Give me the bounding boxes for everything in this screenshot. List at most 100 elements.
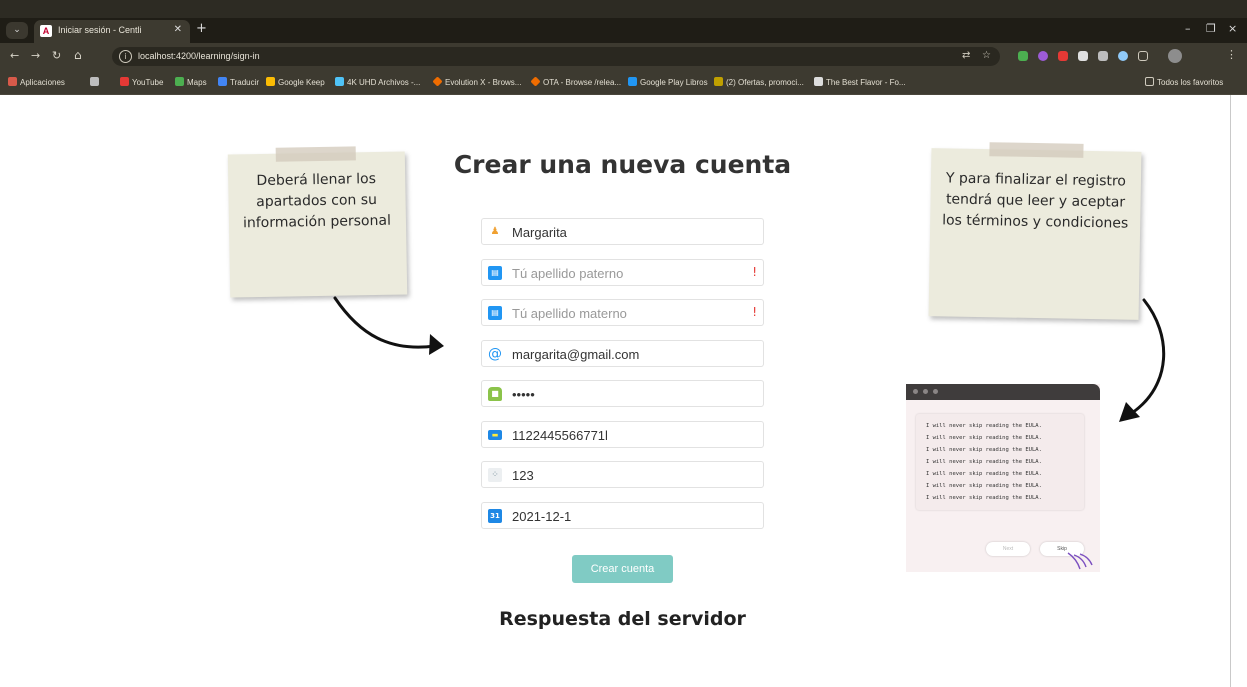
play-books-icon	[628, 77, 637, 86]
at-icon: @	[488, 346, 502, 362]
restore-button[interactable]: ❐	[1206, 22, 1216, 35]
card-number-field[interactable]: ▬	[481, 421, 764, 448]
tab-close-icon[interactable]: ✕	[174, 24, 182, 35]
bookmark-grid[interactable]	[90, 77, 102, 87]
extension-purple-icon[interactable]	[1038, 51, 1048, 61]
note-left-text: Deberá llenar los apartados con su infor…	[242, 170, 392, 232]
arrow-to-eula-icon	[1119, 298, 1166, 422]
translate-page-icon[interactable]: ⇄	[962, 50, 970, 61]
orange-diamond-icon	[432, 76, 443, 87]
bookmark-ota[interactable]: OTA - Browse /relea...	[530, 76, 621, 87]
bookmark-traducir[interactable]: Traducir	[218, 77, 259, 87]
eula-line: I will never skip reading the EULA.	[926, 483, 1042, 489]
eula-next-button: Next	[986, 542, 1030, 556]
orange-diamond-icon	[530, 76, 541, 87]
bookmark-best-flavor[interactable]: The Best Flavor - Fo...	[814, 77, 906, 87]
bookmark-play-libros[interactable]: Google Play Libros	[628, 77, 708, 87]
close-window-button[interactable]: ×	[1228, 22, 1237, 35]
password-field[interactable]: ■	[481, 380, 764, 407]
warning-icon: !	[752, 265, 757, 279]
site-info-icon[interactable]: i	[119, 50, 132, 63]
bookmark-evolution-x[interactable]: Evolution X - Brows...	[432, 76, 521, 87]
first-name-input[interactable]	[512, 223, 742, 241]
extension-blue-icon[interactable]	[1118, 51, 1128, 61]
eula-line: I will never skip reading the EULA.	[926, 447, 1042, 453]
back-icon[interactable]: ←	[10, 49, 19, 62]
extension-shield-icon[interactable]	[1018, 51, 1028, 61]
eula-line: I will never skip reading the EULA.	[926, 435, 1042, 441]
translate-icon	[218, 77, 227, 86]
browser-toolbar: ← → ↻ ⌂ i localhost:4200/learning/sign-i…	[0, 43, 1247, 70]
keep-icon	[266, 77, 275, 86]
eula-text-box: I will never skip reading the EULA. I wi…	[916, 414, 1084, 510]
extensions-puzzle-icon[interactable]	[1138, 51, 1148, 61]
bookmark-maps[interactable]: Maps	[175, 77, 207, 87]
eula-line: I will never skip reading the EULA.	[926, 459, 1042, 465]
expiry-date-field[interactable]: 31	[481, 502, 764, 529]
browser-menu-icon[interactable]: ⋮	[1226, 48, 1237, 61]
note-right-text: Y para finalizar el registro tendrá que …	[942, 170, 1129, 232]
paternal-surname-input[interactable]	[512, 264, 742, 282]
expiry-date-input[interactable]	[512, 507, 742, 525]
arrow-to-form-icon	[333, 296, 444, 355]
lock-icon: ■	[488, 387, 502, 401]
apps-grid-icon	[8, 77, 17, 86]
bookmark-aplicaciones[interactable]: Aplicaciones	[8, 77, 65, 87]
bookmark-4k-uhd[interactable]: 4K UHD Archivos -...	[335, 77, 420, 87]
card-number-input[interactable]	[512, 426, 742, 444]
reload-icon[interactable]: ↻	[52, 49, 61, 62]
credit-card-icon: ▬	[488, 430, 502, 440]
eula-line: I will never skip reading the EULA.	[926, 423, 1042, 429]
id-card-icon: ▤	[488, 306, 502, 320]
note-tape	[275, 146, 356, 162]
bookmark-ofertas[interactable]: (2) Ofertas, promoci...	[714, 77, 804, 87]
folder-icon	[1145, 77, 1154, 86]
eula-window-bar	[906, 384, 1100, 400]
tab-search-button[interactable]: ⌄	[6, 22, 28, 39]
minimize-button[interactable]: –	[1185, 22, 1191, 35]
home-icon[interactable]: ⌂	[74, 48, 82, 62]
bookmark-youtube[interactable]: YouTube	[120, 77, 163, 87]
email-field[interactable]: @	[481, 340, 764, 367]
maternal-surname-field[interactable]: ▤ !	[481, 299, 764, 326]
server-response-title: Respuesta del servidor	[499, 608, 746, 630]
cvv-input[interactable]	[512, 466, 742, 484]
angular-icon	[814, 77, 823, 86]
person-icon: ♟	[490, 226, 500, 237]
bookmark-google-keep[interactable]: Google Keep	[266, 77, 325, 87]
new-tab-button[interactable]: +	[196, 21, 207, 36]
email-input[interactable]	[512, 345, 742, 363]
tab-strip: ⌄ A Iniciar sesión - Centli ✕ + – ❐ ×	[0, 18, 1247, 43]
maternal-surname-input[interactable]	[512, 304, 742, 322]
window-dot-icon	[933, 389, 938, 394]
note-tape	[989, 142, 1084, 158]
id-card-icon: ▤	[488, 266, 502, 280]
offers-icon	[714, 77, 723, 86]
tab-active[interactable]: A Iniciar sesión - Centli ✕	[34, 20, 190, 43]
address-bar[interactable]: i localhost:4200/learning/sign-in ⇄ ☆	[112, 47, 1000, 66]
window-dot-icon	[913, 389, 918, 394]
warning-icon: !	[752, 305, 757, 319]
password-input[interactable]	[512, 385, 742, 403]
browser-chrome: ⌄ A Iniciar sesión - Centli ✕ + – ❐ × ← …	[0, 0, 1247, 95]
archive-icon	[335, 77, 344, 86]
maps-pin-icon	[175, 77, 184, 86]
eula-preview: I will never skip reading the EULA. I wi…	[906, 384, 1100, 572]
calendar-icon: 31	[488, 509, 502, 523]
extension-grid-icon[interactable]	[1078, 51, 1088, 61]
grid-icon	[90, 77, 99, 86]
first-name-field[interactable]: ♟	[481, 218, 764, 245]
extension-box-icon[interactable]	[1098, 51, 1108, 61]
bookmark-star-icon[interactable]: ☆	[982, 50, 991, 61]
forward-icon[interactable]: →	[31, 49, 40, 62]
youtube-icon	[120, 77, 129, 86]
note-fill-fields: Deberá llenar los apartados con su infor…	[227, 146, 408, 298]
cvv-field[interactable]: ⁘	[481, 461, 764, 488]
create-account-button[interactable]: Crear cuenta	[572, 555, 673, 583]
profile-avatar-icon[interactable]	[1168, 49, 1182, 63]
url-text[interactable]: localhost:4200/learning/sign-in	[138, 51, 260, 61]
paternal-surname-field[interactable]: ▤ !	[481, 259, 764, 286]
bookmark-all-favorites[interactable]: Todos los favoritos	[1145, 77, 1223, 87]
eula-line: I will never skip reading the EULA.	[926, 471, 1042, 477]
extension-red-icon[interactable]	[1058, 51, 1068, 61]
